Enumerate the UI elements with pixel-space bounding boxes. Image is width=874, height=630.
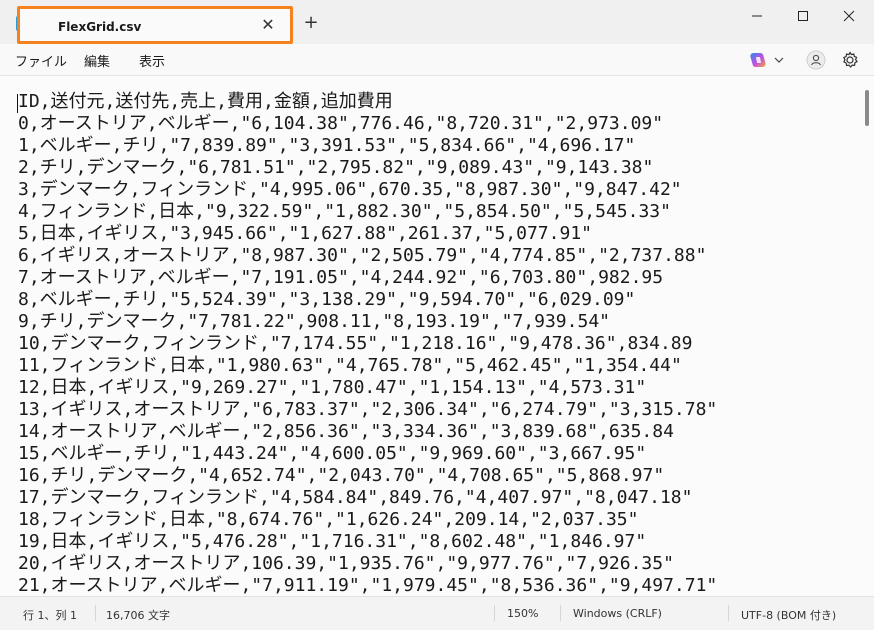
text-line[interactable]: 4,フィンランド,日本,"9,322.59","1,882.30","5,854… [18,201,858,223]
tab-flexgrid[interactable]: FlexGrid.csv ✕ [17,6,293,44]
chevron-down-icon[interactable] [773,54,785,66]
status-bar: 行 1、列 1 16,706 文字 150% Windows (CRLF) UT… [0,596,874,630]
text-line[interactable]: 10,デンマーク,フィンランド,"7,174.55","1,218.16","9… [18,333,858,355]
menu-bar: ファイル 編集 表示 [0,44,874,75]
text-line[interactable]: 13,イギリス,オーストリア,"6,783.37","2,306.34","6,… [18,399,858,421]
close-icon [843,10,855,22]
text-line[interactable]: 21,オーストリア,ベルギー,"7,911.19","1,979.45","8,… [18,575,858,596]
menu-edit[interactable]: 編集 [84,51,110,70]
status-divider [494,605,495,621]
editor-content[interactable]: ID,送付元,送付先,売上,費用,金額,追加費用 0,オーストリア,ベルギー,"6… [18,91,858,596]
status-divider [95,605,96,621]
new-tab-button[interactable]: + [302,14,320,32]
close-button[interactable] [826,0,872,32]
notepad-window: FlexGrid.csv ✕ + ファイル 編集 表示 ID,送付元,送付先,売… [0,0,874,630]
text-line[interactable]: 11,フィンランド,日本,"1,980.63","4,765.78","5,46… [18,355,858,377]
copilot-icon[interactable] [749,51,767,69]
text-line[interactable]: 17,デンマーク,フィンランド,"4,584.84",849.76,"4,407… [18,487,858,509]
text-line[interactable]: 3,デンマーク,フィンランド,"4,995.06",670.35,"8,987.… [18,179,858,201]
text-line[interactable]: 2,チリ,デンマーク,"6,781.51","2,795.82","9,089.… [18,157,858,179]
status-cursor-position: 行 1、列 1 [23,609,77,622]
status-divider [560,605,561,621]
status-encoding[interactable]: UTF-8 (BOM 付き) [741,607,836,623]
text-line[interactable]: 5,日本,イギリス,"3,945.66","1,627.88",261.37,"… [18,223,858,245]
text-line[interactable]: ID,送付元,送付先,売上,費用,金額,追加費用 [18,91,858,113]
text-line[interactable]: 9,チリ,デンマーク,"7,781.22",908.11,"8,193.19",… [18,311,858,333]
text-line[interactable]: 19,日本,イギリス,"5,476.28","1,716.31","8,602.… [18,531,858,553]
vertical-scrollbar[interactable] [865,90,869,126]
profile-icon[interactable] [806,50,826,70]
tab-close-icon[interactable]: ✕ [260,17,276,33]
menu-file[interactable]: ファイル [15,51,67,70]
maximize-button[interactable] [780,0,826,32]
text-line[interactable]: 7,オーストリア,ベルギー,"7,191.05","4,244.92","6,7… [18,267,858,289]
tab-title: FlexGrid.csv [58,20,142,34]
text-line[interactable]: 18,フィンランド,日本,"8,674.76","1,626.24",209.1… [18,509,858,531]
maximize-icon [798,11,808,21]
text-line[interactable]: 20,イギリス,オーストリア,106.39,"1,935.76","9,977.… [18,553,858,575]
minimize-icon [752,15,762,17]
text-editor[interactable]: ID,送付元,送付先,売上,費用,金額,追加費用 0,オーストリア,ベルギー,"6… [0,75,874,596]
title-bar: FlexGrid.csv ✕ + [0,0,874,44]
status-divider [728,605,729,621]
minimize-button[interactable] [734,0,780,32]
text-line[interactable]: 0,オーストリア,ベルギー,"6,104.38",776.46,"8,720.3… [18,113,858,135]
text-line[interactable]: 12,日本,イギリス,"9,269.27","1,780.47","1,154.… [18,377,858,399]
status-zoom[interactable]: 150% [507,607,538,620]
gear-icon[interactable] [840,50,860,70]
menu-view[interactable]: 表示 [139,51,165,70]
text-line[interactable]: 14,オーストリア,ベルギー,"2,856.36","3,334.36","3,… [18,421,858,443]
text-line[interactable]: 1,ベルギー,チリ,"7,839.89","3,391.53","5,834.6… [18,135,858,157]
text-line[interactable]: 16,チリ,デンマーク,"4,652.74","2,043.70","4,708… [18,465,858,487]
text-line[interactable]: 8,ベルギー,チリ,"5,524.39","3,138.29","9,594.7… [18,289,858,311]
text-line[interactable]: 6,イギリス,オーストリア,"8,987.30","2,505.79","4,7… [18,245,858,267]
text-line[interactable]: 15,ベルギー,チリ,"1,443.24","4,600.05","9,969.… [18,443,858,465]
status-char-count: 16,706 文字 [106,609,170,622]
status-line-ending[interactable]: Windows (CRLF) [573,607,662,620]
